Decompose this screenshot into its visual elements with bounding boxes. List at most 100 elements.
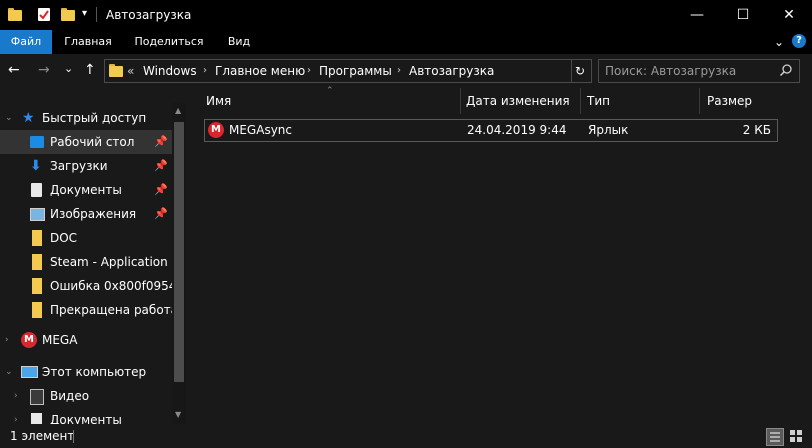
- window-title: Автозагрузка: [106, 8, 192, 22]
- sidebar-item-label: Steam - Application Lo: [50, 255, 172, 269]
- divider: [571, 60, 572, 82]
- file-date: 24.04.2019 9:44: [467, 123, 567, 137]
- sidebar-item-documents[interactable]: Документы 📌: [0, 178, 172, 202]
- folder-icon: [109, 64, 123, 77]
- sidebar-item-label: MEGA: [42, 333, 78, 347]
- scroll-up-icon[interactable]: ▲: [175, 106, 181, 115]
- sidebar-item-video[interactable]: › Видео: [0, 384, 172, 408]
- divider: [96, 7, 97, 22]
- pin-icon[interactable]: 📌: [154, 154, 168, 178]
- folder-icon: [32, 230, 42, 246]
- file-size: 2 КБ: [742, 123, 771, 137]
- quick-access-toolbar-dropdown-icon[interactable]: ▾: [82, 8, 87, 19]
- column-header-name[interactable]: Имя: [206, 88, 461, 114]
- file-type: Ярлык: [588, 123, 629, 137]
- navigation-pane: ⌄ ★ Быстрый доступ Рабочий стол 📌 ⬇ Загр…: [0, 102, 186, 424]
- download-icon: ⬇: [30, 158, 42, 174]
- sidebar-item-mega[interactable]: › M MEGA: [0, 328, 172, 352]
- folder-icon: [8, 8, 22, 21]
- tab-home[interactable]: Главная: [56, 30, 120, 54]
- mega-shortcut-icon: M: [208, 122, 224, 138]
- chevron-down-icon[interactable]: ⌄: [5, 106, 13, 130]
- breadcrumb-windows[interactable]: Windows: [143, 60, 197, 82]
- sidebar-item-label: Прекращена работа п: [50, 303, 172, 317]
- mega-icon: M: [21, 332, 37, 348]
- star-icon: ★: [22, 110, 35, 126]
- sidebar-item-label: DOC: [50, 231, 78, 245]
- pin-icon[interactable]: 📌: [154, 178, 168, 202]
- close-button[interactable]: ✕: [766, 0, 812, 30]
- item-count: 1 элемент: [10, 429, 75, 443]
- breadcrumb-programs[interactable]: Программы: [319, 60, 392, 82]
- sidebar-item-error-folder[interactable]: Ошибка 0x800f0954 пр: [0, 274, 172, 298]
- sidebar-scrollbar[interactable]: ▲ ▼: [172, 102, 186, 424]
- minimize-button[interactable]: —: [674, 0, 720, 30]
- divider: [73, 430, 74, 443]
- sidebar-item-desktop[interactable]: Рабочий стол 📌: [0, 130, 172, 154]
- pin-icon[interactable]: 📌: [154, 202, 168, 226]
- chevron-down-icon[interactable]: ⌄: [772, 34, 786, 50]
- chevron-right-icon[interactable]: ›: [14, 408, 18, 424]
- breadcrumb-overflow[interactable]: «: [127, 60, 134, 82]
- folder-icon: [32, 254, 42, 270]
- sidebar-item-label: Ошибка 0x800f0954 пр: [50, 279, 172, 293]
- forward-button[interactable]: →: [38, 63, 50, 77]
- details-view-icon[interactable]: [766, 428, 784, 446]
- tab-file[interactable]: Файл: [0, 30, 52, 54]
- pin-icon[interactable]: 📌: [154, 130, 168, 154]
- documents-icon: [31, 413, 42, 424]
- sidebar-item-pictures[interactable]: Изображения 📌: [0, 202, 172, 226]
- sidebar-item-label: Загрузки: [50, 159, 108, 173]
- documents-icon: [31, 183, 42, 197]
- search-icon[interactable]: [779, 63, 793, 77]
- chevron-right-icon[interactable]: ›: [14, 384, 18, 408]
- title-bar: ▾ Автозагрузка — ☐ ✕: [0, 0, 812, 30]
- properties-icon[interactable]: [38, 8, 50, 21]
- sidebar-item-label: Видео: [50, 389, 90, 403]
- breadcrumb-separator[interactable]: ›: [203, 60, 207, 82]
- scrollbar-thumb[interactable]: [174, 122, 184, 382]
- desktop-icon: [30, 136, 44, 148]
- chevron-down-icon[interactable]: ⌄: [5, 360, 13, 384]
- sidebar-item-doc[interactable]: DOC: [0, 226, 172, 250]
- sidebar-item-steam-folder[interactable]: Steam - Application Lo: [0, 250, 172, 274]
- sidebar-item-documents-pc[interactable]: › Документы: [0, 408, 172, 424]
- tab-share[interactable]: Поделиться: [128, 30, 210, 54]
- recent-locations-button[interactable]: ⌄: [64, 62, 73, 76]
- pictures-icon: [30, 208, 45, 221]
- breadcrumb-startup[interactable]: Автозагрузка: [409, 60, 494, 82]
- search-input[interactable]: [605, 60, 775, 82]
- file-name[interactable]: MEGAsync: [229, 120, 292, 141]
- address-bar[interactable]: « Windows › Главное меню › Программы › А…: [104, 59, 592, 83]
- sidebar-item-label: Быстрый доступ: [42, 111, 147, 125]
- scroll-down-icon[interactable]: ▼: [175, 410, 181, 419]
- back-button[interactable]: ←: [8, 63, 20, 77]
- column-header-date[interactable]: Дата изменения: [466, 88, 581, 114]
- up-button[interactable]: ↑: [84, 63, 96, 77]
- sidebar-item-downloads[interactable]: ⬇ Загрузки 📌: [0, 154, 172, 178]
- new-folder-icon[interactable]: [61, 8, 75, 21]
- status-bar: 1 элемент: [0, 424, 812, 448]
- column-header-type[interactable]: Тип: [587, 88, 700, 114]
- breadcrumb-separator[interactable]: ›: [397, 60, 401, 82]
- help-icon[interactable]: ?: [792, 34, 806, 48]
- folder-icon: [32, 302, 42, 318]
- ribbon-tabs: Файл Главная Поделиться Вид ⌄ ?: [0, 30, 812, 54]
- search-box[interactable]: [598, 59, 800, 83]
- breadcrumb-start-menu[interactable]: Главное меню: [215, 60, 305, 82]
- refresh-icon[interactable]: ↻: [575, 60, 585, 82]
- chevron-right-icon[interactable]: ›: [5, 328, 9, 352]
- sidebar-item-stopped-folder[interactable]: Прекращена работа п: [0, 298, 172, 322]
- table-row[interactable]: M MEGAsync 24.04.2019 9:44 Ярлык 2 КБ: [204, 119, 778, 142]
- video-icon: [30, 389, 44, 405]
- tab-view[interactable]: Вид: [218, 30, 260, 54]
- computer-icon: [21, 366, 38, 378]
- sidebar-item-this-pc[interactable]: ⌄ Этот компьютер: [0, 360, 172, 384]
- maximize-button[interactable]: ☐: [720, 0, 766, 30]
- tiles-view-icon[interactable]: [788, 428, 804, 444]
- sidebar-item-label: Рабочий стол: [50, 135, 135, 149]
- breadcrumb-separator[interactable]: ›: [307, 60, 311, 82]
- sidebar-item-quick-access[interactable]: ⌄ ★ Быстрый доступ: [0, 106, 172, 130]
- column-header-size[interactable]: Размер: [707, 88, 779, 114]
- folder-icon: [32, 278, 42, 294]
